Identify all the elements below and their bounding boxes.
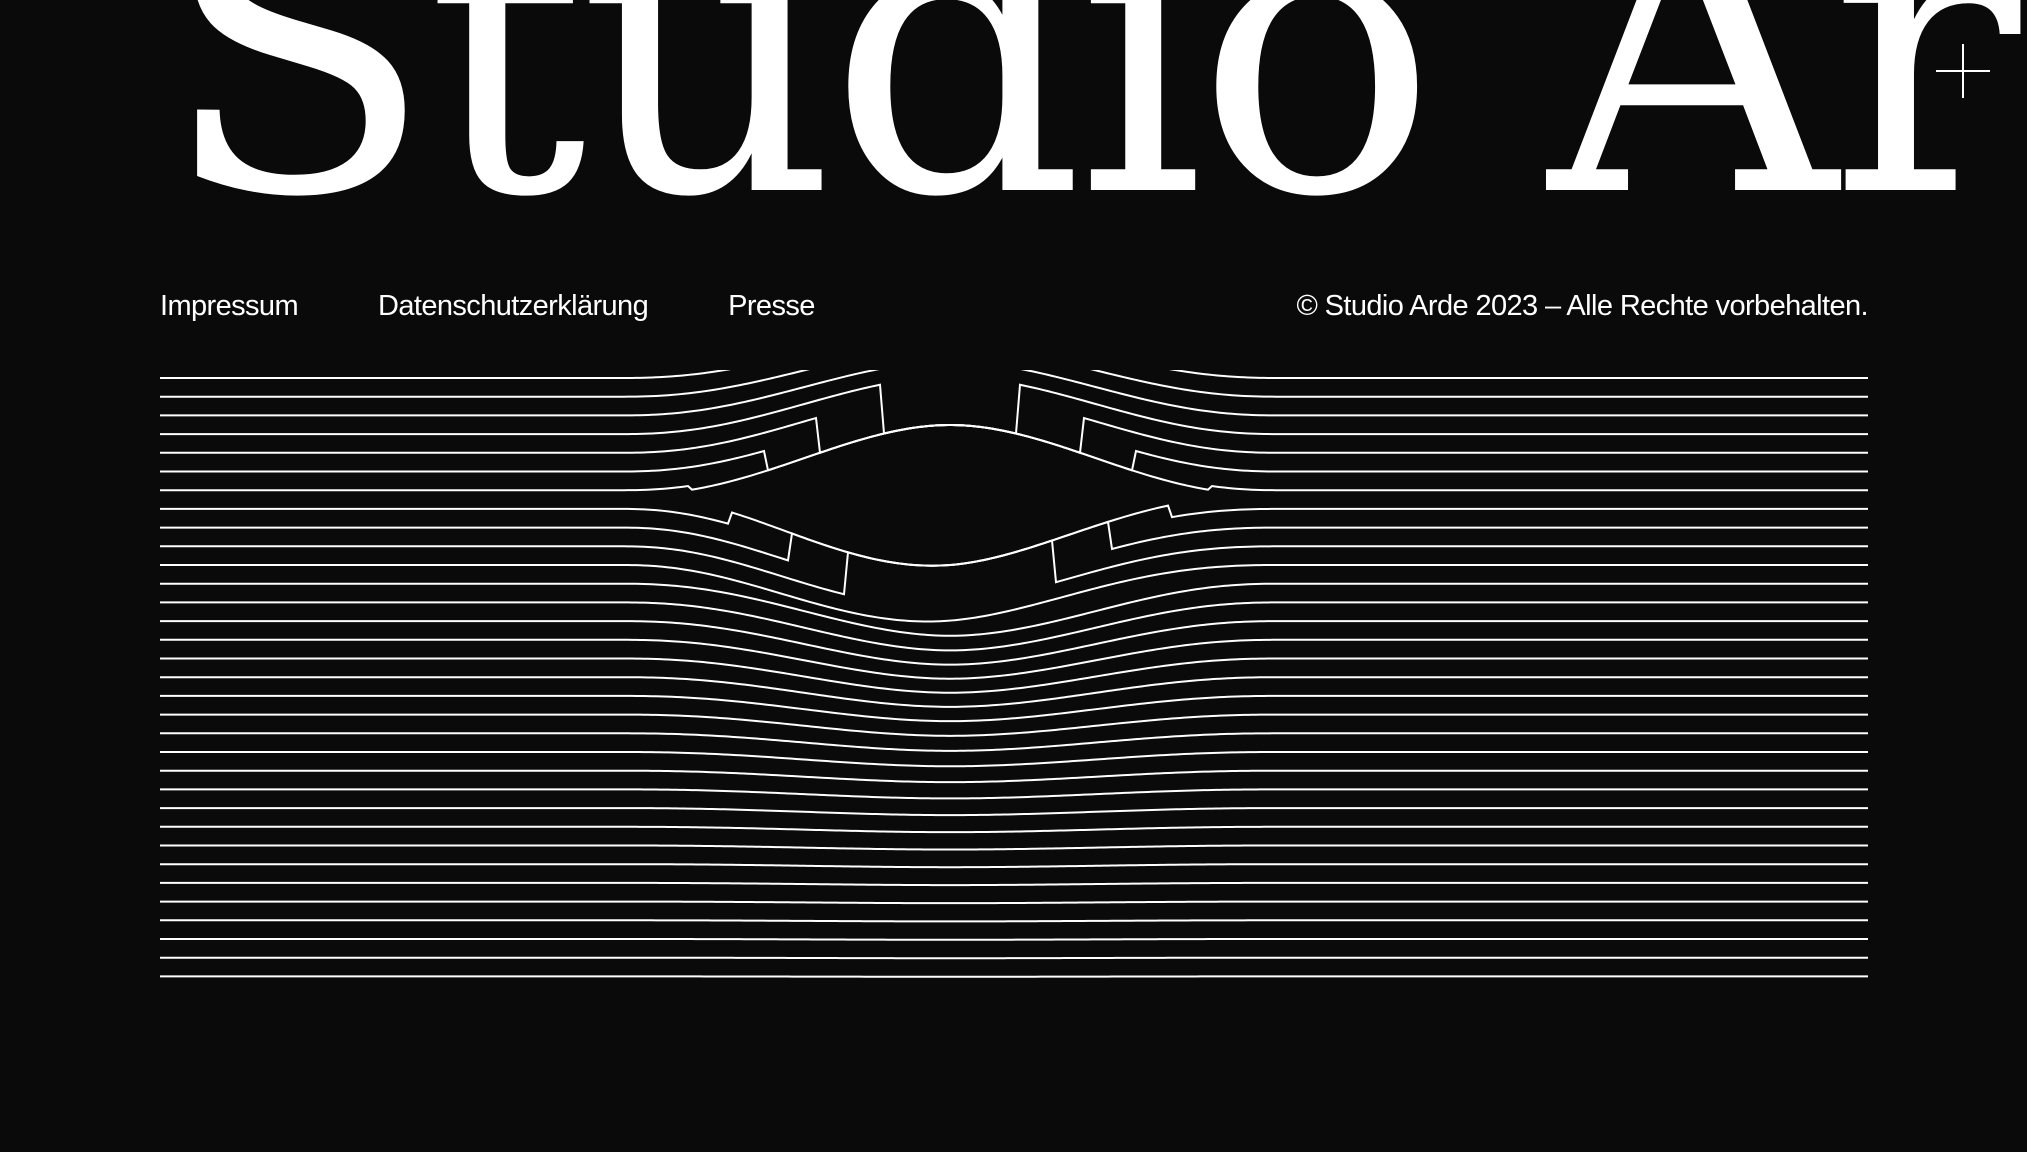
wave-line	[160, 370, 1868, 398]
wave-line	[160, 370, 1868, 417]
wave-line	[160, 657, 1868, 694]
copyright-notice: © Studio Arde 2023 – Alle Rechte vorbeha…	[1296, 289, 1868, 322]
wave-line	[160, 383, 1868, 436]
plus-icon	[1936, 44, 1990, 98]
wave-line	[160, 881, 1868, 887]
wave-line	[160, 825, 1868, 834]
wave-line	[160, 938, 1868, 941]
menu-toggle-button[interactable]	[1936, 44, 1990, 98]
footer-link-impressum[interactable]: Impressum	[160, 290, 299, 323]
wave-line	[160, 769, 1868, 784]
wave-line	[160, 676, 1868, 708]
wave-line	[160, 732, 1868, 752]
brand-wordmark: Studio Arde	[160, 0, 2027, 285]
wave-line	[160, 900, 1868, 905]
wave-line	[160, 424, 1868, 473]
wave-line	[160, 504, 1868, 567]
wave-line	[160, 751, 1868, 768]
wave-line	[160, 694, 1868, 723]
wave-line	[160, 564, 1868, 623]
wave-line	[160, 370, 1868, 379]
wave-line	[160, 919, 1868, 923]
wave-line	[160, 788, 1868, 800]
wave-line-artwork	[160, 370, 1868, 978]
footer-nav: Impressum Datenschutzerklärung Presse	[160, 286, 895, 326]
wave-line	[160, 520, 1868, 567]
page: Studio Arde Impressum Datenschutzerkläru…	[0, 0, 2027, 1152]
wave-line	[160, 539, 1868, 596]
wave-line	[160, 863, 1868, 869]
wave-line	[160, 416, 1868, 455]
footer-link-presse[interactable]: Presse	[728, 290, 815, 323]
footer-link-datenschutz[interactable]: Datenschutzerklärung	[378, 290, 649, 323]
wave-line	[160, 807, 1868, 817]
wave-line	[160, 956, 1868, 960]
wave-line	[160, 844, 1868, 851]
